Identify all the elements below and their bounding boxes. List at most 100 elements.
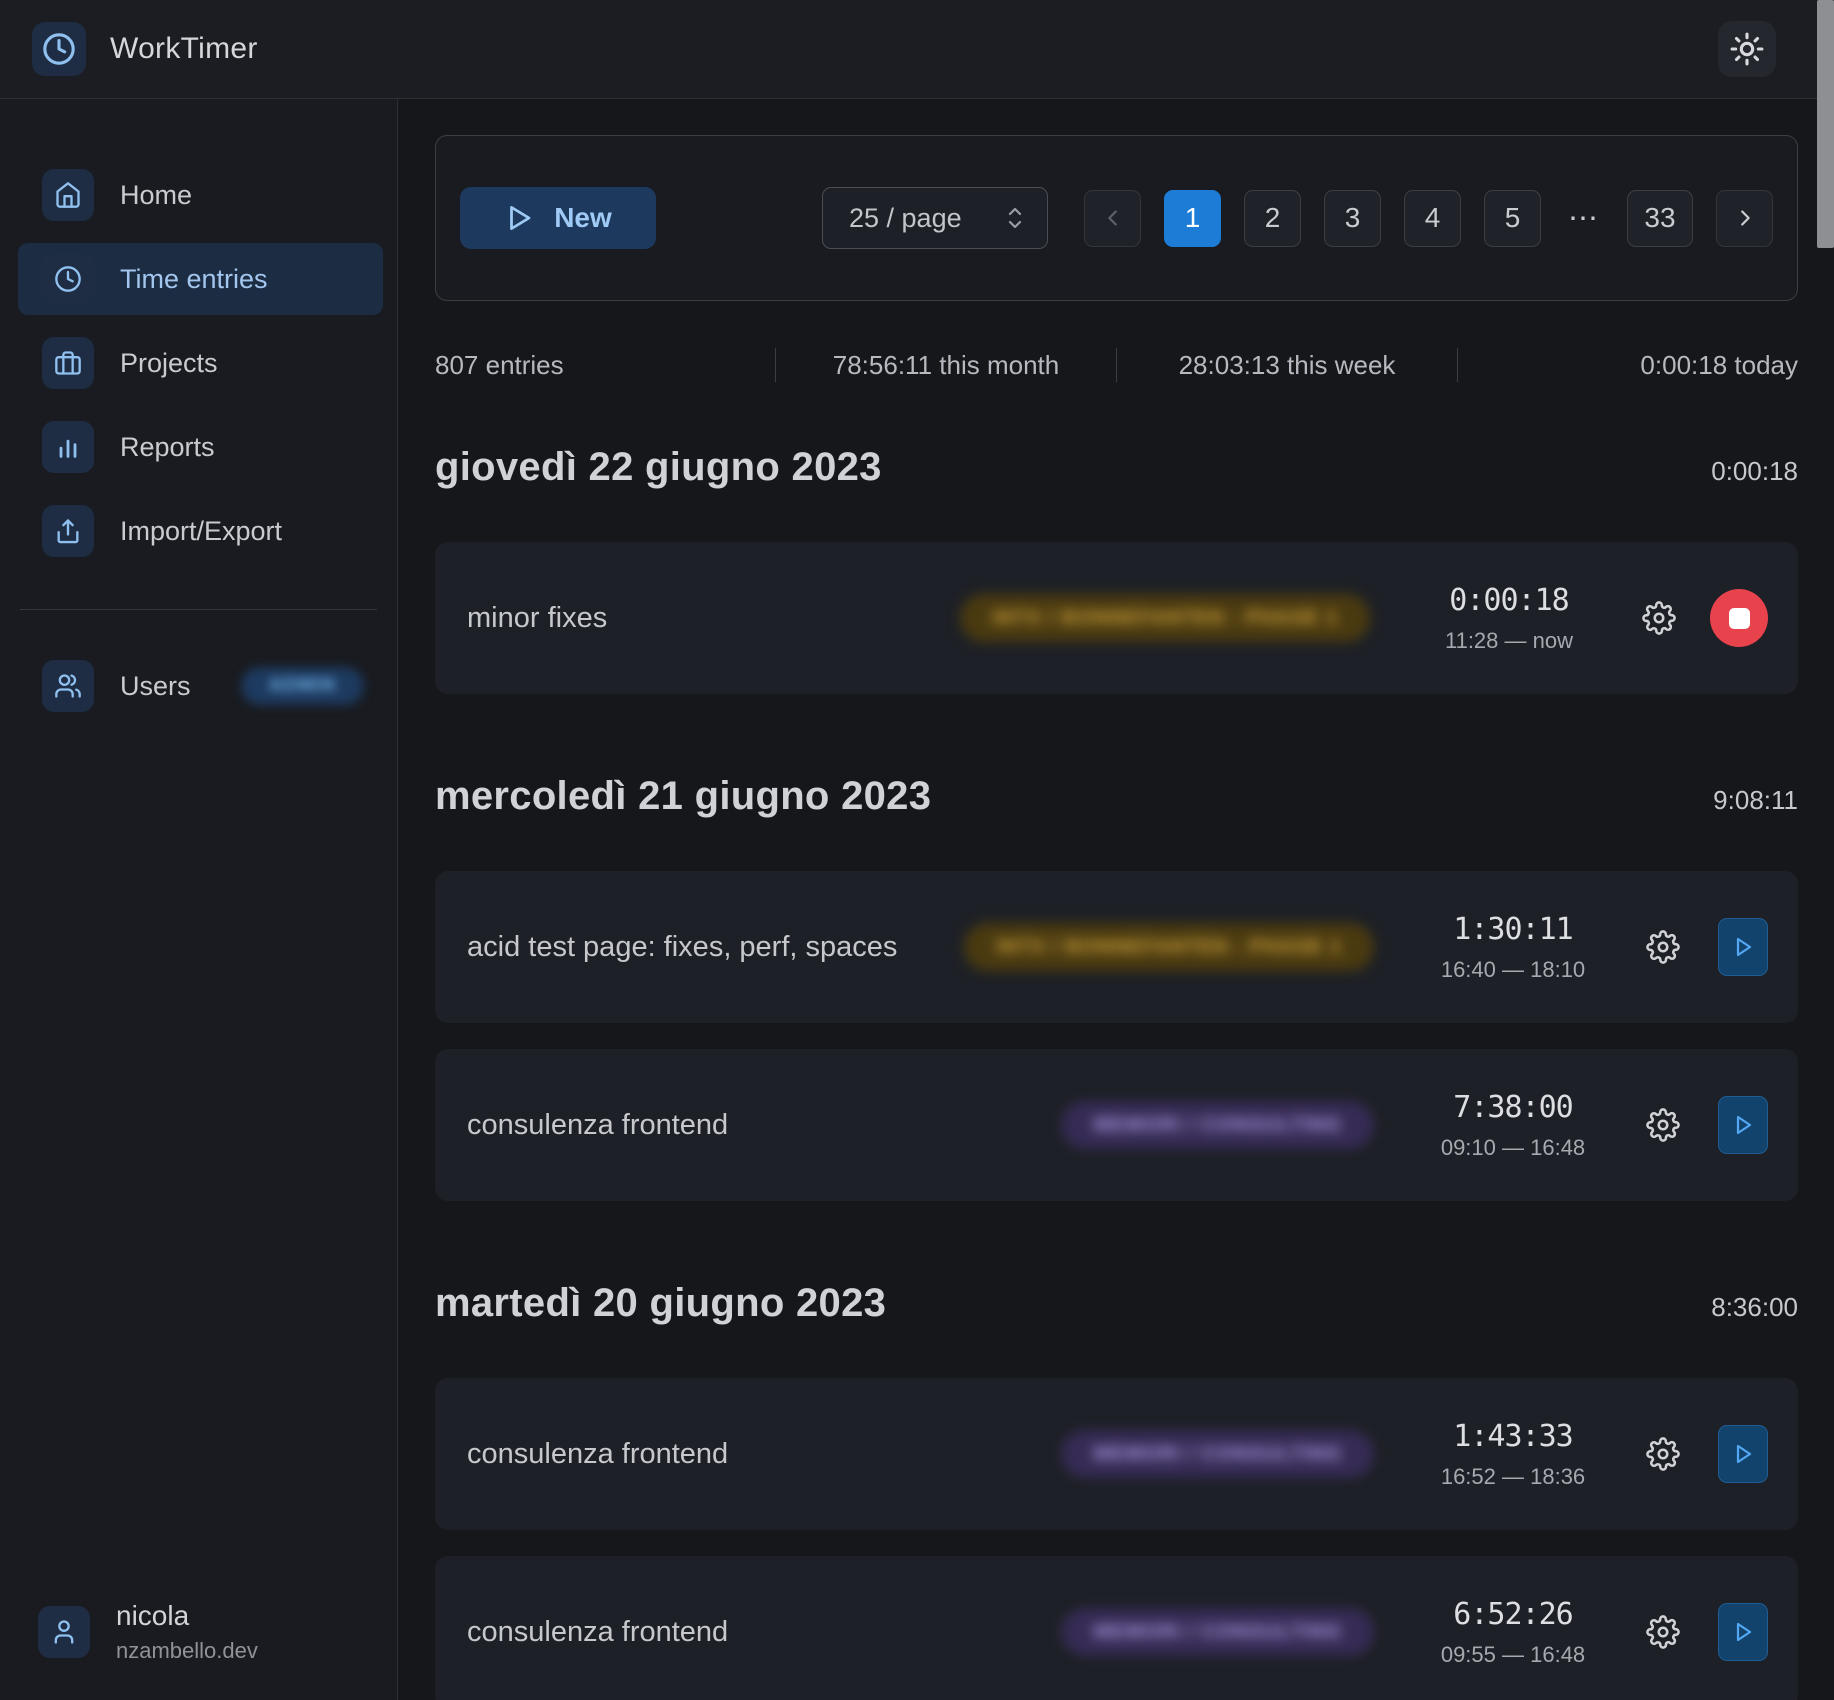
gear-icon — [1642, 601, 1676, 635]
sidebar-item-label: Reports — [120, 432, 215, 463]
day-total: 9:08:11 — [1713, 785, 1798, 816]
gear-icon — [1646, 1615, 1680, 1649]
stat-total-entries: 807 entries — [435, 350, 775, 381]
user-domain: nzambello.dev — [116, 1638, 258, 1664]
entry-duration: 1:43:33 — [1453, 1419, 1572, 1454]
theme-toggle-button[interactable] — [1718, 21, 1776, 77]
entry-time-range: 16:52 — 18:36 — [1441, 1464, 1585, 1490]
play-icon — [1731, 1113, 1755, 1137]
project-badge: INTX / BONNEFANTEN - PHASE 1 — [960, 594, 1370, 642]
time-entry-row[interactable]: consulenza frontend MEMORI / CONSULTING … — [435, 1378, 1798, 1530]
start-timer-button[interactable] — [1718, 1096, 1768, 1154]
entry-duration: 6:52:26 — [1453, 1597, 1572, 1632]
day-total: 8:36:00 — [1711, 1292, 1798, 1323]
admin-badge: ADMIN — [241, 667, 364, 705]
entry-name: consulenza frontend — [467, 1616, 1061, 1649]
entry-time-range: 11:28 — now — [1445, 628, 1573, 654]
sidebar-item-time-entries[interactable]: Time entries — [18, 243, 383, 315]
pagination-toolbar: New 25 / page 1 2 3 4 5 ⋯ 33 — [435, 135, 1798, 301]
stats-row: 807 entries 78:56:11 this month 28:03:13… — [435, 345, 1798, 385]
entry-name: acid test page: fixes, perf, spaces — [467, 931, 964, 964]
clock-icon — [42, 253, 94, 305]
clock-icon — [42, 32, 76, 66]
page-button-1[interactable]: 1 — [1164, 190, 1221, 247]
entry-time-range: 09:10 — 16:48 — [1441, 1135, 1585, 1161]
page-button-5[interactable]: 5 — [1484, 190, 1541, 247]
stat-this-month: 78:56:11 this month — [776, 350, 1116, 381]
current-user[interactable]: nicola nzambello.dev — [0, 1600, 397, 1700]
entry-name: minor fixes — [467, 602, 960, 635]
sidebar-item-label: Time entries — [120, 264, 268, 295]
per-page-value: 25 / page — [849, 203, 962, 234]
page-button-33[interactable]: 33 — [1627, 190, 1693, 247]
sidebar-item-label: Users — [120, 671, 191, 702]
page-button-3[interactable]: 3 — [1324, 190, 1381, 247]
project-badge: INTX / BONNEFANTEN - PHASE 1 — [964, 923, 1374, 971]
time-entry-row[interactable]: consulenza frontend MEMORI / CONSULTING … — [435, 1049, 1798, 1201]
app-title: WorkTimer — [110, 32, 258, 66]
app-logo — [32, 22, 86, 76]
entry-settings-button[interactable] — [1646, 1108, 1680, 1142]
day-title: mercoledì 21 giugno 2023 — [435, 774, 931, 819]
day-header: mercoledì 21 giugno 2023 9:08:11 — [435, 774, 1798, 819]
gear-icon — [1646, 1108, 1680, 1142]
entry-time-range: 09:55 — 16:48 — [1441, 1642, 1585, 1668]
sidebar-item-projects[interactable]: Projects — [18, 327, 383, 399]
sidebar-item-label: Home — [120, 180, 192, 211]
page-button-4[interactable]: 4 — [1404, 190, 1461, 247]
day-title: martedì 20 giugno 2023 — [435, 1281, 886, 1326]
stop-icon — [1729, 608, 1750, 629]
sidebar: Home Time entries Projects Reports Impor… — [0, 99, 398, 1700]
time-entry-row[interactable]: acid test page: fixes, perf, spaces INTX… — [435, 871, 1798, 1023]
play-icon — [1731, 935, 1755, 959]
gear-icon — [1646, 1437, 1680, 1471]
start-timer-button[interactable] — [1718, 1603, 1768, 1661]
main-content: New 25 / page 1 2 3 4 5 ⋯ 33 — [398, 99, 1834, 1700]
chevron-left-icon — [1102, 207, 1124, 229]
entry-duration: 7:38:00 — [1453, 1090, 1572, 1125]
users-icon — [42, 660, 94, 712]
time-entry-row[interactable]: minor fixes INTX / BONNEFANTEN - PHASE 1… — [435, 542, 1798, 694]
stat-this-week: 28:03:13 this week — [1117, 350, 1457, 381]
stop-timer-button[interactable] — [1710, 589, 1768, 647]
sun-icon — [1730, 32, 1764, 66]
project-badge: MEMORI / CONSULTING — [1061, 1608, 1374, 1656]
sidebar-item-home[interactable]: Home — [18, 159, 383, 231]
sidebar-item-label: Import/Export — [120, 516, 282, 547]
time-entry-row[interactable]: consulenza frontend MEMORI / CONSULTING … — [435, 1556, 1798, 1700]
entry-time-range: 16:40 — 18:10 — [1441, 957, 1585, 983]
page-button-2[interactable]: 2 — [1244, 190, 1301, 247]
sidebar-item-reports[interactable]: Reports — [18, 411, 383, 483]
topbar: WorkTimer — [0, 0, 1834, 99]
entry-duration: 1:30:11 — [1453, 912, 1572, 947]
entry-settings-button[interactable] — [1646, 930, 1680, 964]
next-page-button[interactable] — [1716, 190, 1773, 247]
sidebar-item-import-export[interactable]: Import/Export — [18, 495, 383, 567]
per-page-select[interactable]: 25 / page — [822, 187, 1048, 249]
day-title: giovedì 22 giugno 2023 — [435, 445, 882, 490]
entry-settings-button[interactable] — [1646, 1437, 1680, 1471]
sidebar-item-users[interactable]: Users ADMIN — [18, 650, 383, 722]
pagination-ellipsis: ⋯ — [1564, 201, 1604, 236]
entry-name: consulenza frontend — [467, 1109, 1061, 1142]
start-timer-button[interactable] — [1718, 918, 1768, 976]
play-icon — [504, 203, 534, 233]
bar-chart-icon — [42, 421, 94, 473]
start-timer-button[interactable] — [1718, 1425, 1768, 1483]
play-icon — [1731, 1620, 1755, 1644]
entry-settings-button[interactable] — [1646, 1615, 1680, 1649]
play-icon — [1731, 1442, 1755, 1466]
day-header: martedì 20 giugno 2023 8:36:00 — [435, 1281, 1798, 1326]
stat-today: 0:00:18 today — [1458, 350, 1798, 381]
scrollbar-thumb[interactable] — [1817, 0, 1834, 248]
day-total: 0:00:18 — [1711, 456, 1798, 487]
briefcase-icon — [42, 337, 94, 389]
entry-name: consulenza frontend — [467, 1438, 1061, 1471]
day-section: mercoledì 21 giugno 2023 9:08:11 acid te… — [435, 774, 1798, 1201]
entry-settings-button[interactable] — [1642, 601, 1676, 635]
prev-page-button[interactable] — [1084, 190, 1141, 247]
user-name: nicola — [116, 1600, 258, 1632]
chevron-right-icon — [1734, 207, 1756, 229]
day-header: giovedì 22 giugno 2023 0:00:18 — [435, 445, 1798, 490]
new-entry-button[interactable]: New — [460, 187, 656, 249]
